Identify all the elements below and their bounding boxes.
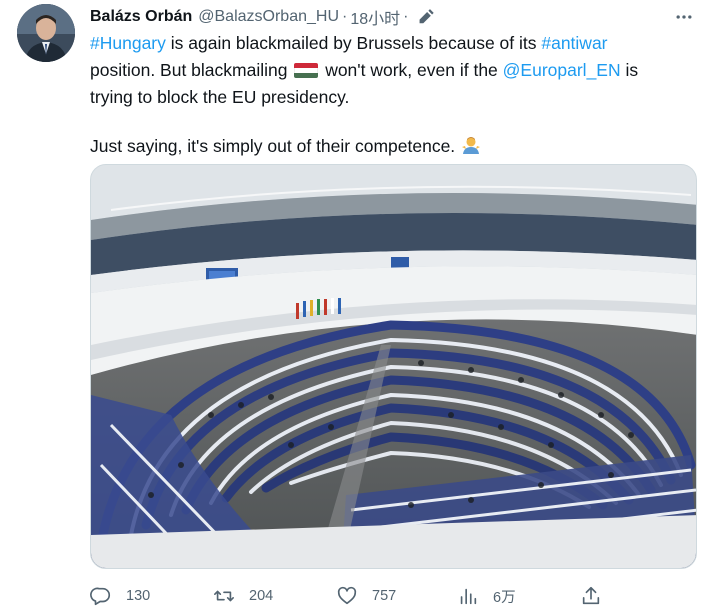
retweet-icon <box>214 590 234 602</box>
parliament-hemicycle-photo <box>91 165 696 568</box>
timestamp[interactable]: 18小时 <box>350 5 400 29</box>
text-segment: position. But blackmailing <box>90 60 293 80</box>
text-segment: is <box>620 60 639 80</box>
edit-pencil-icon[interactable] <box>417 8 435 26</box>
reply-count: 130 <box>126 588 151 604</box>
views-count: 6万 <box>493 589 516 606</box>
retweet-count: 204 <box>249 588 274 604</box>
tweet-text-line-1: #Hungary is again blackmailed by Brussel… <box>90 30 680 57</box>
avatar[interactable] <box>17 4 75 62</box>
hashtag-hungary[interactable]: #Hungary <box>90 33 166 53</box>
separator-dot-2: · <box>403 8 409 25</box>
separator-dot: · <box>342 8 348 25</box>
tweet-text-line-3: trying to block the EU presidency. <box>90 87 350 107</box>
author-handle[interactable]: @BalazsOrban_HU <box>198 8 339 26</box>
tweet-text: #Hungary is again blackmailed by Brussel… <box>90 30 680 160</box>
tweet-text-line-4: Just saying, it's simply out of their co… <box>90 133 680 160</box>
author-name[interactable]: Balázs Orbán <box>90 8 192 26</box>
reply-icon <box>90 587 111 606</box>
share-icon <box>582 586 600 605</box>
text-segment: won't work, even if the <box>320 60 503 80</box>
hashtag-antiwar[interactable]: #antiwar <box>541 33 607 53</box>
like-count: 757 <box>372 588 397 604</box>
views-button[interactable]: 6万 <box>457 585 516 607</box>
mention-europarl[interactable]: @Europarl_EN <box>503 60 621 80</box>
retweet-button[interactable]: 204 <box>213 585 273 607</box>
text-segment: Just saying, it's simply out of their co… <box>90 136 456 156</box>
tweet-text-line-2: position. But blackmailing won't work, e… <box>90 57 680 84</box>
tweet-image[interactable] <box>90 164 697 569</box>
tweet-actions: 130 204 757 6万 <box>90 583 605 609</box>
share-button[interactable] <box>580 585 602 607</box>
views-chart-icon <box>460 588 477 605</box>
heart-icon <box>337 586 357 605</box>
reply-button[interactable]: 130 <box>90 585 150 607</box>
like-button[interactable]: 757 <box>336 585 396 607</box>
person-shrugging-emoji <box>461 135 481 155</box>
more-options-icon[interactable] <box>673 6 695 28</box>
hungary-flag-emoji <box>294 63 319 78</box>
text-segment: is again blackmailed by Brussels because… <box>165 33 542 53</box>
tweet-header: Balázs Orbán @BalazsOrban_HU · 18小时 · <box>90 6 435 28</box>
tweet-card[interactable]: Balázs Orbán @BalazsOrban_HU · 18小时 · #H… <box>0 0 715 616</box>
